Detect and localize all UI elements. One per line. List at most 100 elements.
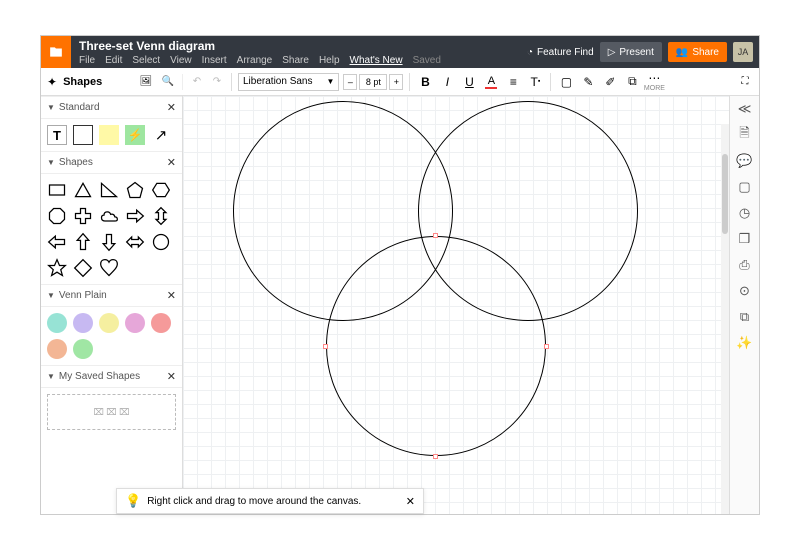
menu-whats-new[interactable]: What's New [350, 55, 403, 66]
arrow-tool[interactable]: ↗ [151, 125, 171, 145]
scrollbar[interactable] [721, 124, 729, 514]
text-tool[interactable]: T [47, 125, 67, 145]
caret-down-icon: ▼ [47, 291, 55, 300]
venn-color-swatch[interactable] [47, 339, 67, 359]
redo-button[interactable]: ↷ [209, 74, 225, 90]
menubar: File Edit Select View Insert Arrange Sha… [79, 55, 527, 66]
copy-style-button[interactable]: ⧉ [623, 73, 641, 91]
more-button[interactable]: ⋯MORE [645, 73, 663, 91]
right-triangle-shape[interactable] [99, 180, 119, 200]
feature-find[interactable]: ◔ Feature Find [527, 47, 594, 58]
close-icon[interactable]: ✕ [167, 156, 176, 169]
fullscreen-icon[interactable]: ⛶ [737, 74, 753, 90]
data-icon[interactable]: ⎙ [736, 256, 754, 274]
hexagon-shape[interactable] [151, 180, 171, 200]
note-tool[interactable] [99, 125, 119, 145]
font-select[interactable]: Liberation Sans ▼ [238, 73, 339, 91]
arrow-left-shape[interactable] [47, 232, 67, 252]
saved-shapes-drop[interactable]: ⌧ ⌧ ⌧ [47, 394, 176, 430]
text-color-button[interactable]: A [482, 73, 500, 91]
comments-icon[interactable]: 💬 [736, 152, 754, 170]
bulb-icon: 💡 [125, 493, 141, 509]
layers-icon[interactable]: ❒ [736, 230, 754, 248]
logo[interactable] [41, 36, 71, 68]
scroll-thumb[interactable] [722, 154, 728, 234]
cloud-shape[interactable] [99, 206, 119, 226]
notes-icon[interactable]: 🗎 [736, 126, 754, 144]
diamond-shape[interactable] [73, 258, 93, 278]
venn-color-swatch[interactable] [125, 313, 145, 333]
selection-handle[interactable] [433, 233, 438, 238]
triangle-shape[interactable] [73, 180, 93, 200]
venn-color-swatch[interactable] [73, 339, 93, 359]
close-icon[interactable]: ✕ [167, 289, 176, 302]
document-title[interactable]: Three-set Venn diagram [79, 39, 527, 53]
underline-button[interactable]: U [460, 73, 478, 91]
collapse-icon[interactable]: ≪ [736, 100, 754, 118]
arrow-up-shape[interactable] [73, 232, 93, 252]
magic-icon[interactable]: ✨ [736, 334, 754, 352]
image-icon[interactable]: 🖼 [138, 74, 154, 90]
line-style-button[interactable]: ✐ [601, 73, 619, 91]
cross-shape[interactable] [73, 206, 93, 226]
actions-icon[interactable]: ⧉ [736, 308, 754, 326]
heart-shape[interactable] [99, 258, 119, 278]
octagon-shape[interactable] [47, 206, 67, 226]
block-tool[interactable] [73, 125, 93, 145]
menu-edit[interactable]: Edit [105, 55, 122, 66]
venn-color-swatch[interactable] [151, 313, 171, 333]
gear-icon[interactable]: ✦ [47, 75, 57, 89]
text-style-button[interactable]: T▪ [526, 73, 544, 91]
chat-icon[interactable]: ⊙ [736, 282, 754, 300]
menu-file[interactable]: File [79, 55, 95, 66]
bold-button[interactable]: B [416, 73, 434, 91]
shapes-grid [41, 174, 182, 284]
line-color-button[interactable]: ✎ [579, 73, 597, 91]
venn-color-swatch[interactable] [47, 313, 67, 333]
align-button[interactable]: ≡ [504, 73, 522, 91]
venn-circle-3[interactable] [326, 236, 546, 456]
venn-color-swatch[interactable] [99, 313, 119, 333]
search-icon[interactable]: 🔍 [160, 74, 176, 90]
star-shape[interactable] [47, 258, 67, 278]
present-icon[interactable]: ▢ [736, 178, 754, 196]
present-button[interactable]: ▷ Present [600, 42, 662, 62]
arrow-down-shape[interactable] [99, 232, 119, 252]
caret-down-icon: ▼ [47, 372, 55, 381]
menu-share[interactable]: Share [282, 55, 309, 66]
selection-handle[interactable] [433, 454, 438, 459]
venn-color-swatch[interactable] [73, 313, 93, 333]
pentagon-shape[interactable] [125, 180, 145, 200]
panel-shapes-header[interactable]: ▼ Shapes ✕ [41, 151, 182, 174]
fill-button[interactable]: ▢ [557, 73, 575, 91]
selection-handle[interactable] [544, 344, 549, 349]
venn-swatches [41, 307, 182, 365]
arrow-updown-shape[interactable] [151, 206, 171, 226]
arrow-lr-shape[interactable] [125, 232, 145, 252]
action-tool[interactable]: ⚡ [125, 125, 145, 145]
close-icon[interactable]: ✕ [167, 101, 176, 114]
menu-arrange[interactable]: Arrange [237, 55, 273, 66]
italic-button[interactable]: I [438, 73, 456, 91]
circle-shape[interactable] [151, 232, 171, 252]
rectangle-shape[interactable] [47, 180, 67, 200]
canvas[interactable] [183, 96, 729, 514]
menu-insert[interactable]: Insert [202, 55, 227, 66]
panel-standard-header[interactable]: ▼ Standard ✕ [41, 96, 182, 119]
history-icon[interactable]: ◷ [736, 204, 754, 222]
share-button[interactable]: 👥 Share [668, 42, 727, 62]
arrow-right-shape[interactable] [125, 206, 145, 226]
menu-select[interactable]: Select [132, 55, 160, 66]
menu-view[interactable]: View [170, 55, 192, 66]
close-icon[interactable]: ✕ [406, 495, 415, 508]
size-minus[interactable]: – [343, 74, 357, 90]
menu-help[interactable]: Help [319, 55, 340, 66]
font-size[interactable]: 8 pt [359, 74, 387, 90]
size-plus[interactable]: + [389, 74, 403, 90]
panel-saved-header[interactable]: ▼ My Saved Shapes ✕ [41, 365, 182, 388]
close-icon[interactable]: ✕ [167, 370, 176, 383]
panel-venn-header[interactable]: ▼ Venn Plain ✕ [41, 284, 182, 307]
avatar[interactable]: JA [733, 42, 753, 62]
undo-button[interactable]: ↶ [189, 74, 205, 90]
selection-handle[interactable] [323, 344, 328, 349]
